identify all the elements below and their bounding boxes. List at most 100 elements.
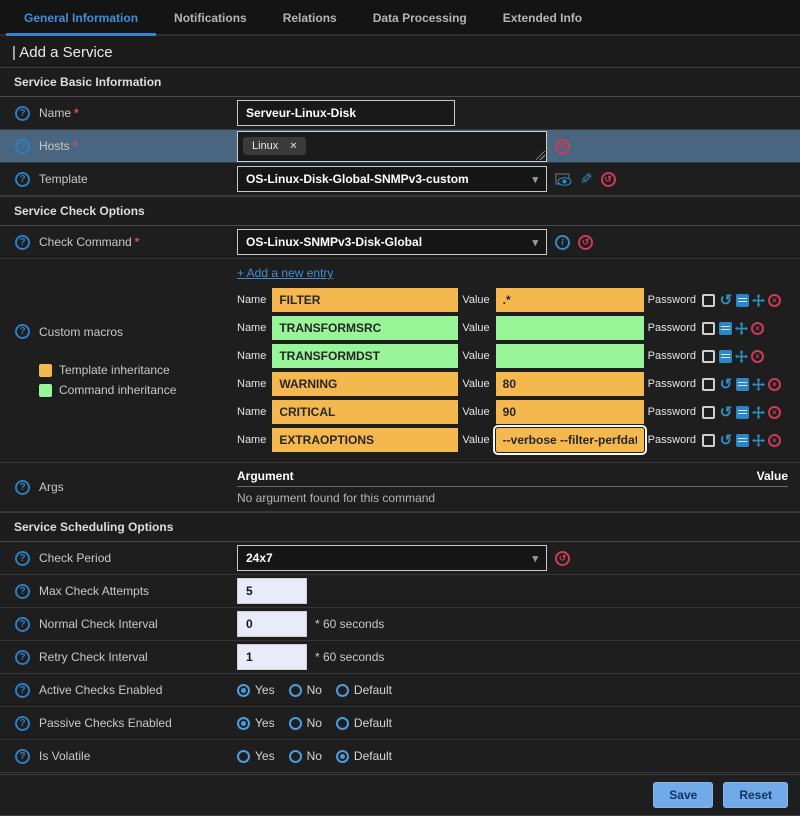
macro-value-input[interactable] bbox=[496, 344, 644, 368]
macro-move-icon[interactable] bbox=[735, 350, 748, 363]
tab-data-processing[interactable]: Data Processing bbox=[355, 0, 485, 36]
macro-description-icon[interactable] bbox=[736, 294, 749, 307]
macro-move-icon[interactable] bbox=[752, 294, 765, 307]
tab-relations[interactable]: Relations bbox=[265, 0, 355, 36]
hosts-reset-icon[interactable]: ↺ bbox=[555, 139, 570, 154]
legend-command-inheritance: Command inheritance bbox=[39, 383, 237, 397]
radio-yes[interactable] bbox=[237, 750, 250, 763]
macro-value-input[interactable] bbox=[496, 400, 644, 424]
macro-move-icon[interactable] bbox=[752, 434, 765, 447]
custom-macros-label: Custom macros bbox=[39, 325, 123, 339]
macro-name-label: Name bbox=[237, 378, 266, 390]
password-checkbox[interactable] bbox=[702, 406, 715, 419]
help-icon[interactable]: ? bbox=[15, 139, 30, 154]
required-mark: * bbox=[74, 106, 79, 120]
row-max-check-attempts: ? Max Check Attempts bbox=[0, 575, 800, 608]
template-reset-icon[interactable]: ↺ bbox=[601, 172, 616, 187]
macro-name-input[interactable] bbox=[272, 288, 458, 312]
template-select[interactable]: OS-Linux-Disk-Global-SNMPv3-custom ▾ bbox=[237, 166, 547, 192]
tab-general-information[interactable]: General Information bbox=[6, 0, 156, 36]
help-icon[interactable]: ? bbox=[15, 617, 30, 632]
help-icon[interactable]: ? bbox=[15, 716, 30, 731]
macro-value-input-focused[interactable] bbox=[496, 428, 644, 452]
row-args: ? Args Argument Value No argument found … bbox=[0, 463, 800, 512]
macro-undo-icon[interactable]: ↺ bbox=[719, 434, 733, 447]
view-template-icon[interactable] bbox=[555, 173, 572, 186]
check-command-selected-value: OS-Linux-SNMPv3-Disk-Global bbox=[246, 235, 422, 249]
radio-default[interactable] bbox=[336, 717, 349, 730]
radio-no[interactable] bbox=[289, 717, 302, 730]
password-checkbox[interactable] bbox=[702, 350, 715, 363]
macro-undo-icon[interactable]: ↺ bbox=[719, 406, 733, 419]
macro-delete-icon[interactable]: × bbox=[768, 294, 781, 307]
macro-row-critical: Name Value Password ↺ × bbox=[237, 400, 794, 424]
radio-yes-label: Yes bbox=[255, 749, 275, 763]
macro-description-icon[interactable] bbox=[736, 434, 749, 447]
macro-delete-icon[interactable]: × bbox=[768, 434, 781, 447]
required-mark: * bbox=[73, 139, 78, 153]
check-command-reset-icon[interactable]: ↺ bbox=[578, 235, 593, 250]
radio-yes[interactable] bbox=[237, 717, 250, 730]
help-icon[interactable]: ? bbox=[15, 235, 30, 250]
macro-value-input[interactable] bbox=[496, 372, 644, 396]
check-command-select[interactable]: OS-Linux-SNMPv3-Disk-Global ▾ bbox=[237, 229, 547, 255]
help-icon[interactable]: ? bbox=[15, 324, 30, 339]
password-checkbox[interactable] bbox=[702, 434, 715, 447]
macro-name-input[interactable] bbox=[272, 344, 458, 368]
macro-delete-icon[interactable]: × bbox=[751, 350, 764, 363]
macro-undo-icon[interactable]: ↺ bbox=[719, 378, 733, 391]
add-macro-link[interactable]: + Add a new entry bbox=[237, 266, 333, 280]
help-icon[interactable]: ? bbox=[15, 551, 30, 566]
macro-move-icon[interactable] bbox=[735, 322, 748, 335]
normal-check-interval-input[interactable] bbox=[237, 611, 307, 637]
password-checkbox[interactable] bbox=[702, 322, 715, 335]
macro-move-icon[interactable] bbox=[752, 406, 765, 419]
help-icon[interactable]: ? bbox=[15, 172, 30, 187]
radio-no[interactable] bbox=[289, 684, 302, 697]
reset-button[interactable]: Reset bbox=[723, 782, 788, 808]
macro-undo-icon[interactable]: ↺ bbox=[719, 294, 733, 307]
template-label: Template bbox=[39, 172, 88, 186]
macro-password-label: Password bbox=[648, 434, 696, 446]
check-period-reset-icon[interactable]: ↺ bbox=[555, 551, 570, 566]
interval-suffix: * 60 seconds bbox=[315, 617, 384, 631]
max-check-attempts-input[interactable] bbox=[237, 578, 307, 604]
macro-description-icon[interactable] bbox=[719, 322, 732, 335]
hosts-input[interactable]: Linux × bbox=[237, 131, 547, 162]
chip-remove-icon[interactable]: × bbox=[290, 140, 296, 152]
radio-default[interactable] bbox=[336, 750, 349, 763]
name-input[interactable] bbox=[237, 100, 455, 126]
macro-description-icon[interactable] bbox=[736, 406, 749, 419]
macro-value-input[interactable] bbox=[496, 288, 644, 312]
help-icon[interactable]: ? bbox=[15, 650, 30, 665]
check-period-select[interactable]: 24x7 ▾ bbox=[237, 545, 547, 571]
save-button[interactable]: Save bbox=[653, 782, 713, 808]
macro-description-icon[interactable] bbox=[719, 350, 732, 363]
macro-delete-icon[interactable]: × bbox=[751, 322, 764, 335]
tab-extended-info[interactable]: Extended Info bbox=[485, 0, 600, 36]
help-icon[interactable]: ? bbox=[15, 584, 30, 599]
password-checkbox[interactable] bbox=[702, 378, 715, 391]
radio-default[interactable] bbox=[336, 684, 349, 697]
macro-name-input[interactable] bbox=[272, 372, 458, 396]
retry-check-interval-input[interactable] bbox=[237, 644, 307, 670]
macro-description-icon[interactable] bbox=[736, 378, 749, 391]
tab-notifications[interactable]: Notifications bbox=[156, 0, 265, 36]
help-icon[interactable]: ? bbox=[15, 683, 30, 698]
macro-delete-icon[interactable]: × bbox=[768, 406, 781, 419]
macro-name-input[interactable] bbox=[272, 316, 458, 340]
password-checkbox[interactable] bbox=[702, 294, 715, 307]
macro-value-input[interactable] bbox=[496, 316, 644, 340]
macro-name-input[interactable] bbox=[272, 428, 458, 452]
macro-name-label: Name bbox=[237, 434, 266, 446]
help-icon[interactable]: ? bbox=[15, 749, 30, 764]
radio-no[interactable] bbox=[289, 750, 302, 763]
macro-move-icon[interactable] bbox=[752, 378, 765, 391]
macro-name-input[interactable] bbox=[272, 400, 458, 424]
macro-delete-icon[interactable]: × bbox=[768, 378, 781, 391]
command-info-icon[interactable]: i bbox=[555, 235, 570, 250]
edit-template-icon[interactable]: ✎ bbox=[580, 170, 593, 188]
help-icon[interactable]: ? bbox=[15, 106, 30, 121]
help-icon[interactable]: ? bbox=[15, 480, 30, 495]
radio-yes[interactable] bbox=[237, 684, 250, 697]
